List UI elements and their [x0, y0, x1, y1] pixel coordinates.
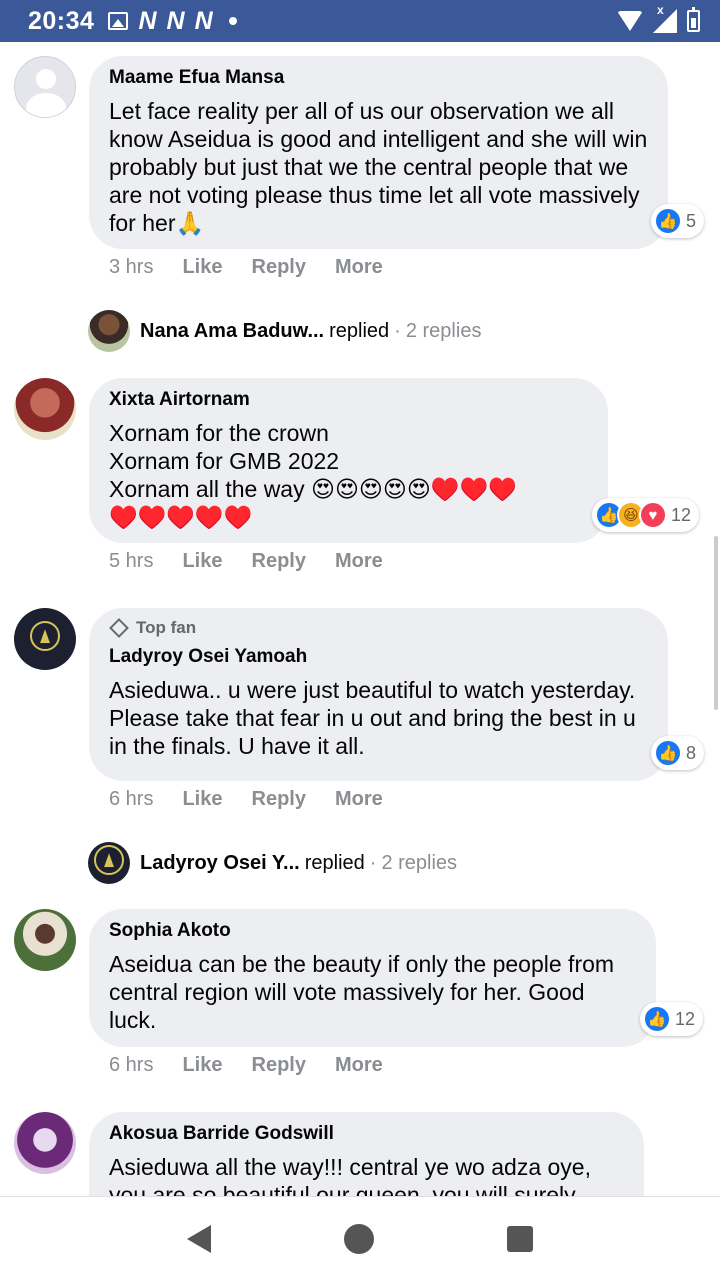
like-reaction-icon: 👍	[654, 739, 682, 767]
like-reaction-icon: 👍	[654, 207, 682, 235]
status-time: 20:34	[28, 6, 95, 35]
reaction-count: 8	[686, 742, 697, 763]
like-reaction-icon: 👍	[643, 1005, 671, 1033]
home-icon[interactable]	[343, 1223, 374, 1254]
navigation-bar	[0, 1196, 720, 1280]
notification-n-icon: N	[194, 6, 213, 35]
reply-verb: replied	[329, 319, 390, 342]
comment-time: 5 hrs	[109, 550, 154, 572]
more-button[interactable]: More	[335, 788, 383, 811]
like-button[interactable]: Like	[182, 788, 222, 811]
view-replies[interactable]: Nana Ama Baduw... replied · 2 replies	[88, 310, 481, 352]
comment-text: Asieduwa all the way!!! central ye wo ad…	[109, 1154, 591, 1196]
comment-author[interactable]: Maame Efua Mansa	[109, 67, 648, 89]
comment-bubble[interactable]: Akosua Barride Godswill Asieduwa all the…	[89, 1112, 644, 1196]
comment-actions: 6 hrs Like Reply More	[109, 788, 412, 811]
comment-bubble[interactable]: Xixta Airtornam Xornam for the crown Xor…	[89, 378, 608, 543]
comment-time: 3 hrs	[109, 256, 154, 278]
comment-author[interactable]: Sophia Akoto	[109, 920, 636, 942]
comment-bubble[interactable]: Top fan Ladyroy Osei Yamoah Asieduwa.. u…	[89, 608, 668, 781]
comment-bubble[interactable]: Sophia Akoto Aseidua can be the beauty i…	[89, 909, 656, 1047]
more-button[interactable]: More	[335, 256, 383, 279]
comment-author[interactable]: Xixta Airtornam	[109, 389, 588, 411]
back-icon[interactable]	[186, 1224, 211, 1253]
reply-author[interactable]: Nana Ama Baduw...	[140, 320, 324, 343]
love-reaction-icon: ♥	[639, 501, 667, 529]
comment-time: 6 hrs	[109, 1054, 154, 1076]
reactions-summary[interactable]: 👍 5	[651, 204, 705, 238]
comment-text: Aseidua can be the beauty if only the pe…	[109, 951, 615, 1033]
notification-n-icon: N	[138, 6, 157, 35]
separator: ·	[394, 319, 401, 342]
like-button[interactable]: Like	[182, 256, 222, 279]
more-notifications-dot-icon	[228, 17, 237, 25]
reply-avatar	[88, 842, 130, 884]
avatar[interactable]	[14, 608, 76, 670]
no-data-mark: x	[657, 3, 664, 17]
reaction-count: 5	[686, 210, 697, 231]
top-fan-badge: Top fan	[109, 618, 648, 638]
reply-count[interactable]: 2 replies	[381, 852, 457, 875]
avatar[interactable]	[14, 378, 76, 440]
avatar[interactable]	[14, 909, 76, 971]
badge-label: Top fan	[136, 618, 197, 637]
status-bar: 20:34 N N N x	[0, 0, 720, 42]
signal-icon: x	[653, 3, 677, 33]
comment-actions: 5 hrs Like Reply More	[109, 550, 412, 573]
recent-apps-icon[interactable]	[507, 1225, 534, 1252]
separator: ·	[369, 851, 377, 874]
battery-icon	[687, 7, 700, 32]
more-button[interactable]: More	[335, 1054, 383, 1077]
like-button[interactable]: Like	[182, 1054, 222, 1077]
notification-n-icon: N	[166, 6, 185, 35]
comment-text: Asieduwa.. u were just beautiful to watc…	[109, 677, 636, 759]
view-replies[interactable]: Ladyroy Osei Y... replied · 2 replies	[88, 842, 457, 884]
reactions-summary[interactable]: 👍 8	[651, 736, 705, 770]
diamond-icon	[109, 618, 129, 638]
gallery-icon	[108, 12, 129, 30]
reply-button[interactable]: Reply	[252, 256, 306, 279]
comments-feed[interactable]: Maame Efua Mansa Let face reality per al…	[0, 42, 720, 1196]
avatar[interactable]	[14, 1112, 76, 1174]
wifi-icon	[617, 11, 643, 31]
reaction-count: 12	[675, 1008, 696, 1029]
comment-text: Xornam for the crown Xornam for GMB 2022…	[109, 420, 517, 530]
reply-author[interactable]: Ladyroy Osei Y...	[140, 852, 300, 875]
reply-button[interactable]: Reply	[252, 788, 306, 811]
reactions-summary[interactable]: 👍 😆 ♥ 12	[592, 498, 700, 532]
reactions-summary[interactable]: 👍 12	[640, 1002, 704, 1036]
comment-author[interactable]: Ladyroy Osei Yamoah	[109, 646, 648, 668]
comment-author[interactable]: Akosua Barride Godswill	[109, 1123, 624, 1145]
comment-actions: 3 hrs Like Reply More	[109, 256, 412, 279]
scrollbar[interactable]	[714, 536, 718, 710]
avatar[interactable]	[14, 56, 76, 118]
comment-actions: 6 hrs Like Reply More	[109, 1054, 412, 1077]
reply-avatar	[88, 310, 130, 352]
reply-count[interactable]: 2 replies	[406, 320, 482, 343]
reply-button[interactable]: Reply	[252, 550, 306, 573]
reply-verb: replied	[304, 851, 365, 874]
more-button[interactable]: More	[335, 550, 383, 573]
comment-bubble[interactable]: Maame Efua Mansa Let face reality per al…	[89, 56, 668, 249]
reaction-count: 12	[671, 504, 692, 525]
comment-time: 6 hrs	[109, 788, 154, 810]
like-button[interactable]: Like	[182, 550, 222, 573]
comment-text: Let face reality per all of us our obser…	[109, 98, 648, 236]
reply-button[interactable]: Reply	[252, 1054, 306, 1077]
